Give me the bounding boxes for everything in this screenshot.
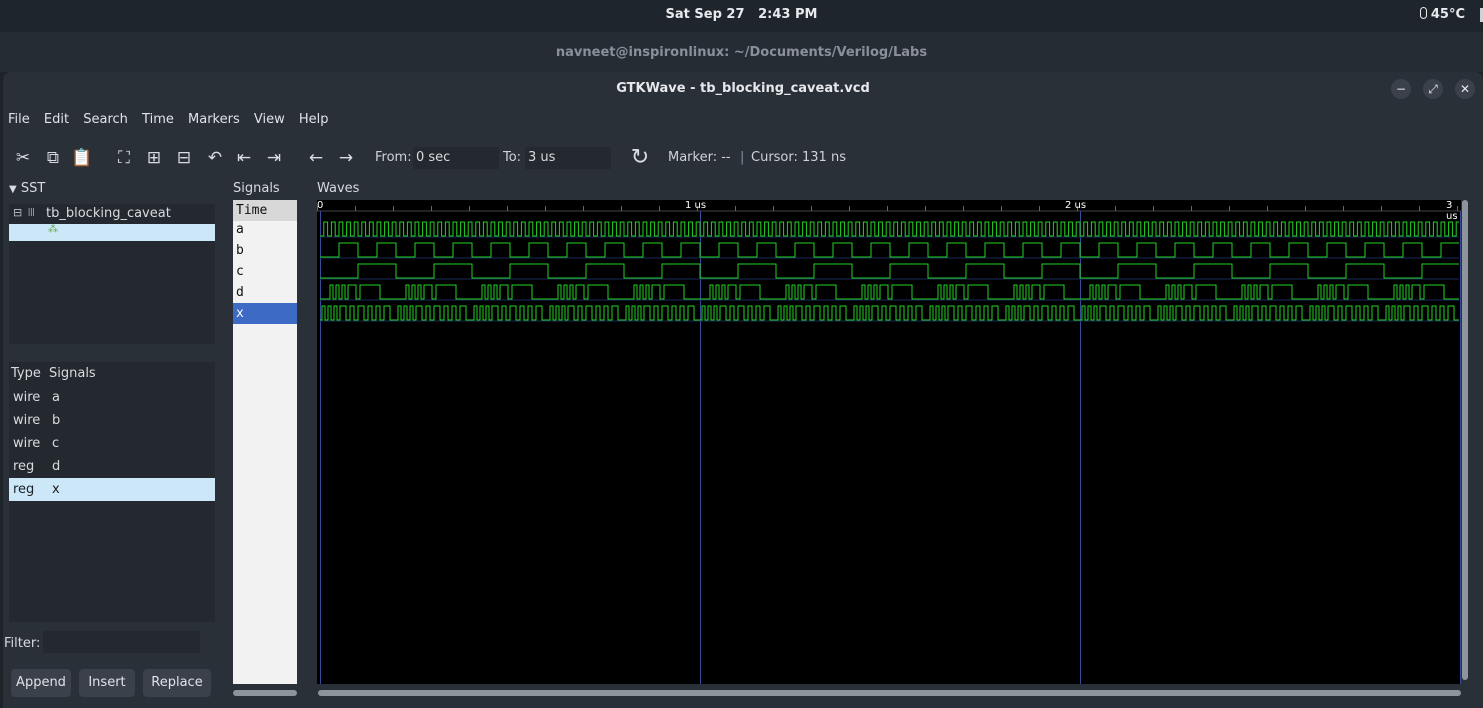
time-tick: 0: [317, 200, 324, 211]
close-button[interactable]: ✕: [1455, 79, 1475, 99]
waves-panel-title: Waves: [317, 181, 360, 196]
signal-name: a: [52, 390, 60, 405]
list-item[interactable]: wire b: [9, 409, 215, 432]
zoom-in-icon[interactable]: ⊞: [142, 146, 166, 170]
copy-icon[interactable]: ⧉: [41, 146, 65, 170]
to-label: To:: [503, 150, 522, 165]
terminal-title: navneet@inspironlinux: ~/Documents/Veril…: [555, 45, 928, 60]
menu-edit[interactable]: Edit: [39, 108, 74, 131]
cut-icon[interactable]: ✂: [11, 146, 35, 170]
from-label: From:: [375, 150, 412, 165]
waves-area[interactable]: 0 1 us 2 us 3 us: [317, 200, 1461, 684]
list-item[interactable]: reg x: [9, 478, 215, 501]
filter-input[interactable]: [43, 631, 200, 653]
minimize-button[interactable]: −: [1391, 79, 1411, 99]
to-field[interactable]: 3 us: [525, 147, 611, 169]
waveform-x: [320, 305, 1459, 321]
zoom-out-icon[interactable]: ⊟: [172, 146, 196, 170]
zoom-fit-icon[interactable]: ⛶: [112, 146, 136, 170]
menu-markers[interactable]: Markers: [183, 108, 245, 131]
maximize-button[interactable]: ⤢: [1423, 79, 1443, 99]
waves-horizontal-scrollbar[interactable]: [318, 690, 1461, 696]
menu-view[interactable]: View: [249, 108, 290, 131]
signal-row[interactable]: b: [233, 240, 297, 261]
clock[interactable]: Sat Sep 27 2:43 PM: [0, 7, 1483, 22]
signal-row[interactable]: x: [233, 303, 297, 324]
menu-bar: File Edit Search Time Markers View Help: [3, 108, 334, 132]
clock-time: 2:43 PM: [758, 7, 818, 22]
type-column-header: Type: [11, 366, 41, 381]
list-item[interactable]: reg d: [9, 455, 215, 478]
list-item[interactable]: wire c: [9, 432, 215, 455]
clock-date: Sat Sep 27: [665, 7, 745, 22]
signal-type: reg: [13, 482, 35, 497]
sst-tree: ⊟ ꔖ tb_blocking_caveat ⁂: [9, 204, 215, 344]
tree-expander-icon: ⊟: [13, 206, 23, 219]
temperature-value: 45°C: [1430, 7, 1465, 22]
signal-name: d: [52, 459, 61, 474]
toolbar: ✂ ⧉ 📋 ⛶ ⊞ ⊟ ↶ ⇤ ⇥ ← → From: 0 sec To: 3 …: [3, 142, 1483, 174]
zoom-to-end-icon[interactable]: ⇥: [262, 146, 286, 170]
signal-type: reg: [13, 459, 35, 474]
background-terminal-titlebar: navneet@inspironlinux: ~/Documents/Veril…: [0, 32, 1483, 72]
signal-name: b: [52, 413, 61, 428]
module-icon: ꔖ: [28, 206, 35, 219]
waveform-c: [320, 263, 1459, 279]
undo-zoom-icon[interactable]: ↶: [203, 146, 227, 170]
system-top-bar: Sat Sep 27 2:43 PM 45°C: [0, 0, 1483, 32]
module-icon: ⁂: [48, 224, 58, 235]
filter-label: Filter:: [4, 636, 41, 651]
menu-search[interactable]: Search: [78, 108, 133, 131]
waves-canvas: [317, 206, 1461, 684]
thermometer-icon: [1419, 7, 1427, 19]
reload-icon[interactable]: ↻: [628, 146, 652, 170]
insert-button[interactable]: Insert: [79, 669, 135, 697]
replace-button[interactable]: Replace: [143, 669, 211, 697]
signal-name: c: [52, 436, 60, 451]
time-tick: 3 us: [1446, 200, 1458, 222]
window-title: GTKWave - tb_blocking_caveat.vcd: [616, 81, 870, 96]
waveform-b: [320, 242, 1459, 258]
signal-row[interactable]: a: [233, 219, 297, 240]
zoom-to-start-icon[interactable]: ⇤: [232, 146, 256, 170]
from-field[interactable]: 0 sec: [413, 147, 499, 169]
signal-name: x: [52, 482, 60, 497]
append-button[interactable]: Append: [11, 669, 71, 697]
sst-header[interactable]: ▼ SST: [9, 181, 45, 196]
separator: |: [740, 150, 745, 165]
tree-item-label: tb_blocking_caveat: [46, 206, 171, 221]
temperature-indicator[interactable]: 45°C: [1419, 7, 1465, 22]
waves-vertical-scrollbar[interactable]: [1462, 200, 1468, 680]
window-titlebar[interactable]: GTKWave - tb_blocking_caveat.vcd − ⤢ ✕: [3, 72, 1483, 106]
signal-row-time[interactable]: Time: [233, 200, 297, 221]
tree-item-tb_blocking_caveat[interactable]: ⊟ ꔖ tb_blocking_caveat: [9, 206, 215, 223]
signal-row[interactable]: c: [233, 261, 297, 282]
collapse-triangle-icon: ▼: [9, 184, 17, 195]
waveform-d: [320, 284, 1459, 300]
list-item[interactable]: wire a: [9, 386, 215, 409]
tree-item-child[interactable]: ⁂: [9, 224, 215, 241]
time-tick: 2 us: [1065, 200, 1087, 211]
signal-type: wire: [13, 413, 41, 428]
signal-row[interactable]: d: [233, 282, 297, 303]
signals-column-header: Signals: [49, 366, 96, 381]
paste-icon[interactable]: 📋: [70, 146, 94, 170]
time-tick: 1 us: [685, 200, 707, 211]
previous-edge-icon[interactable]: ←: [304, 146, 328, 170]
signals-panel: Time a b c d x: [233, 200, 297, 684]
gtkwave-window: GTKWave - tb_blocking_caveat.vcd − ⤢ ✕ F…: [3, 72, 1483, 708]
signals-scrollbar[interactable]: [233, 690, 297, 696]
cursor-readout: Cursor: 131 ns: [751, 150, 846, 165]
menu-help[interactable]: Help: [294, 108, 334, 131]
sst-title: SST: [20, 181, 46, 196]
sst-signals-list: Type Signals wire a wire b wire c reg d …: [9, 362, 215, 622]
marker-readout: Marker: --: [668, 150, 731, 165]
menu-file[interactable]: File: [3, 108, 35, 131]
waveform-a: [320, 221, 1459, 237]
menu-time[interactable]: Time: [137, 108, 179, 131]
signal-type: wire: [13, 390, 41, 405]
next-edge-icon[interactable]: →: [334, 146, 358, 170]
signals-panel-title: Signals: [233, 181, 280, 196]
signal-type: wire: [13, 436, 41, 451]
